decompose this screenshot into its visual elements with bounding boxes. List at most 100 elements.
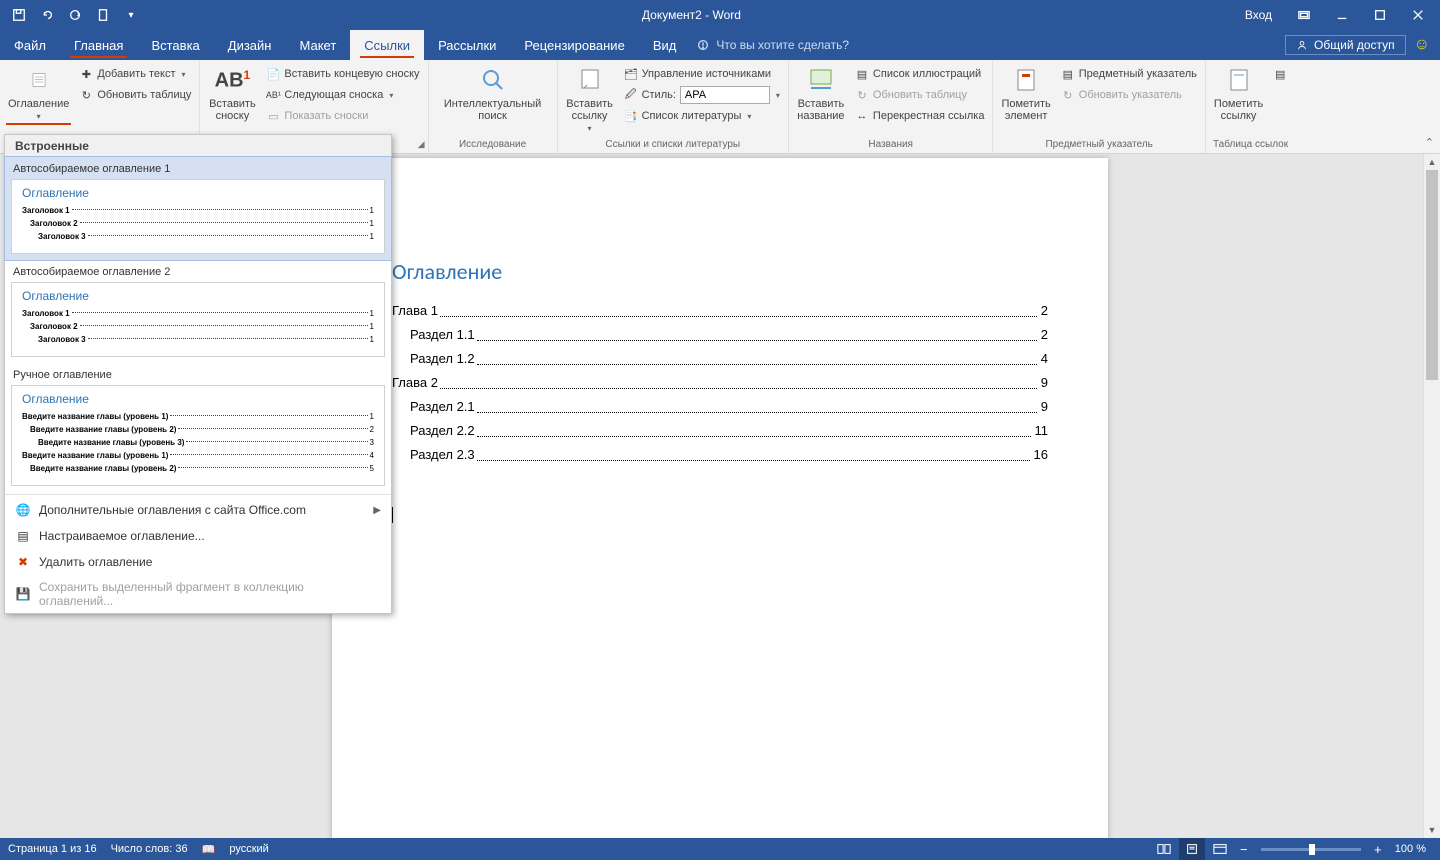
update-table-button[interactable]: ↻Обновить таблицу	[75, 85, 195, 105]
gallery-preview: Оглавление Введите название главы (урове…	[11, 385, 385, 486]
close-icon[interactable]	[1400, 0, 1436, 30]
undo-icon[interactable]	[34, 3, 60, 27]
remove-toc-button[interactable]: ✖ Удалить оглавление	[5, 549, 391, 575]
scroll-down-icon[interactable]: ▼	[1424, 822, 1440, 838]
add-text-icon: ✚	[79, 67, 93, 81]
preview-row: Введите название главы (уровень 1)4	[22, 449, 374, 462]
citation-icon	[574, 64, 606, 96]
insert-footnote-button[interactable]: AB1 Вставить сноску	[204, 62, 260, 124]
ribbon-group-authorities: Пометить ссылку ▤ Таблица ссылок	[1206, 60, 1295, 153]
tab-макет[interactable]: Макет	[285, 30, 350, 60]
tab-ссылки[interactable]: Ссылки	[350, 30, 424, 60]
dialog-launcher-icon[interactable]: ◢	[418, 139, 425, 150]
smart-lookup-button[interactable]: Интеллектуальный поиск	[433, 62, 553, 124]
insert-citation-button[interactable]: Вставить ссылку ▾	[562, 62, 618, 135]
zoom-thumb[interactable]	[1309, 844, 1315, 855]
bibliography-button[interactable]: 📑Список литературы▾	[620, 106, 784, 126]
toc-button[interactable]: Оглавление ▾	[4, 62, 73, 123]
mark-citation-button[interactable]: Пометить ссылку	[1210, 62, 1267, 124]
vertical-scrollbar[interactable]: ▲ ▼	[1423, 154, 1440, 838]
save-icon[interactable]	[6, 3, 32, 27]
toc-page: 11	[1033, 419, 1049, 443]
cross-reference-button[interactable]: ↔Перекрестная ссылка	[851, 106, 989, 126]
next-footnote-button[interactable]: AB¹Следующая сноска▾	[262, 85, 423, 105]
redo-icon[interactable]	[62, 3, 88, 27]
preview-row: Введите название главы (уровень 3)3	[22, 436, 374, 449]
toa-icon: ▤	[1273, 67, 1287, 81]
minimize-icon[interactable]	[1324, 0, 1360, 30]
new-doc-icon[interactable]	[90, 3, 116, 27]
toc-text: Раздел 2.3	[410, 443, 475, 467]
preview-row: Заголовок 31	[22, 230, 374, 243]
title-right: Вход	[1233, 0, 1440, 30]
tell-me-label: Что вы хотите сделать?	[716, 38, 849, 52]
search-icon	[477, 64, 509, 96]
save-selection-button: 💾 Сохранить выделенный фрагмент в коллек…	[5, 575, 391, 613]
customize-qat-icon[interactable]: ▾	[118, 3, 144, 27]
gallery-item-auto1[interactable]: Автособираемое оглавление 1 Оглавление З…	[4, 156, 392, 261]
more-toc-online-button[interactable]: 🌐 Дополнительные оглавления с сайта Offi…	[5, 497, 391, 523]
share-label: Общий доступ	[1314, 38, 1395, 52]
language-status[interactable]: русский	[229, 843, 268, 855]
bibliography-icon: 📑	[624, 109, 638, 123]
tab-главная[interactable]: Главная	[60, 30, 137, 60]
add-text-button[interactable]: ✚Добавить текст▾	[75, 64, 195, 84]
zoom-out-button[interactable]: −	[1235, 838, 1253, 860]
zoom-percent[interactable]: 100 %	[1389, 843, 1432, 855]
insert-caption-button[interactable]: Вставить название	[793, 62, 849, 124]
mark-citation-label: Пометить ссылку	[1214, 98, 1263, 122]
show-notes-button[interactable]: ▭Показать сноски	[262, 106, 423, 126]
remove-toc-icon: ✖	[15, 554, 31, 570]
scroll-thumb[interactable]	[1426, 170, 1438, 380]
insert-endnote-button[interactable]: 📄Вставить концевую сноску	[262, 64, 423, 84]
gallery-item-manual[interactable]: Ручное оглавление Оглавление Введите наз…	[5, 363, 391, 492]
gallery-item-title: Ручное оглавление	[11, 367, 385, 385]
insert-tof-button[interactable]: ▤Список иллюстраций	[851, 64, 989, 84]
zoom-in-button[interactable]: +	[1369, 838, 1387, 860]
refresh-icon: ↻	[1061, 88, 1075, 102]
tab-вид[interactable]: Вид	[639, 30, 691, 60]
zoom-slider[interactable]	[1261, 848, 1361, 851]
tab-рассылки[interactable]: Рассылки	[424, 30, 510, 60]
tell-me-search[interactable]: Что вы хотите сделать?	[696, 30, 849, 60]
preview-row: Введите название главы (уровень 2)2	[22, 423, 374, 436]
web-layout-icon[interactable]	[1207, 838, 1233, 860]
share-button[interactable]: Общий доступ	[1285, 35, 1406, 55]
read-mode-icon[interactable]	[1151, 838, 1177, 860]
page-status[interactable]: Страница 1 из 16	[8, 843, 97, 855]
insert-toa-button[interactable]: ▤	[1269, 64, 1291, 84]
tab-вставка[interactable]: Вставка	[137, 30, 213, 60]
mark-entry-button[interactable]: Пометить элемент	[997, 62, 1054, 124]
citation-style-select[interactable]: 🖉Стиль:▾	[620, 85, 784, 105]
toc-page: 9	[1039, 371, 1048, 395]
manage-sources-button[interactable]: 🗂Управление источниками	[620, 64, 784, 84]
word-count[interactable]: Число слов: 36	[111, 843, 188, 855]
ribbon-display-icon[interactable]	[1286, 0, 1322, 30]
maximize-icon[interactable]	[1362, 0, 1398, 30]
style-input[interactable]	[680, 86, 770, 104]
gallery-item-auto2[interactable]: Автособираемое оглавление 2 Оглавление З…	[5, 260, 391, 363]
preview-row: Заголовок 31	[22, 333, 374, 346]
tab-рецензирование[interactable]: Рецензирование	[510, 30, 638, 60]
custom-toc-button[interactable]: ▤ Настраиваемое оглавление...	[5, 523, 391, 549]
toc-line: Раздел 2.316	[392, 443, 1048, 467]
proofing-icon[interactable]: 📖	[202, 843, 216, 856]
collapse-ribbon-icon[interactable]: ⌃	[1425, 136, 1434, 149]
scroll-up-icon[interactable]: ▲	[1424, 154, 1440, 170]
group-label: Названия	[793, 137, 989, 153]
preview-heading: Оглавление	[22, 186, 374, 200]
file-tab[interactable]: Файл	[0, 30, 60, 60]
status-bar: Страница 1 из 16 Число слов: 36 📖 русски…	[0, 838, 1440, 860]
update-tof-button[interactable]: ↻Обновить таблицу	[851, 85, 989, 105]
preview-row: Введите название главы (уровень 2)5	[22, 462, 374, 475]
page[interactable]: Оглавление Глава 12Раздел 1.12Раздел 1.2…	[332, 158, 1108, 838]
update-index-button[interactable]: ↻Обновить указатель	[1057, 85, 1201, 105]
insert-index-button[interactable]: ▤Предметный указатель	[1057, 64, 1201, 84]
sign-in-button[interactable]: Вход	[1233, 0, 1284, 30]
feedback-icon[interactable]: ☺	[1414, 36, 1430, 54]
print-layout-icon[interactable]	[1179, 838, 1205, 860]
tab-дизайн[interactable]: Дизайн	[214, 30, 286, 60]
toc-gallery-dropdown: Встроенные Автособираемое оглавление 1 О…	[4, 134, 392, 614]
ribbon-group-captions: Вставить название ▤Список иллюстраций ↻О…	[789, 60, 994, 153]
window-title: Документ2 - Word	[150, 8, 1233, 22]
